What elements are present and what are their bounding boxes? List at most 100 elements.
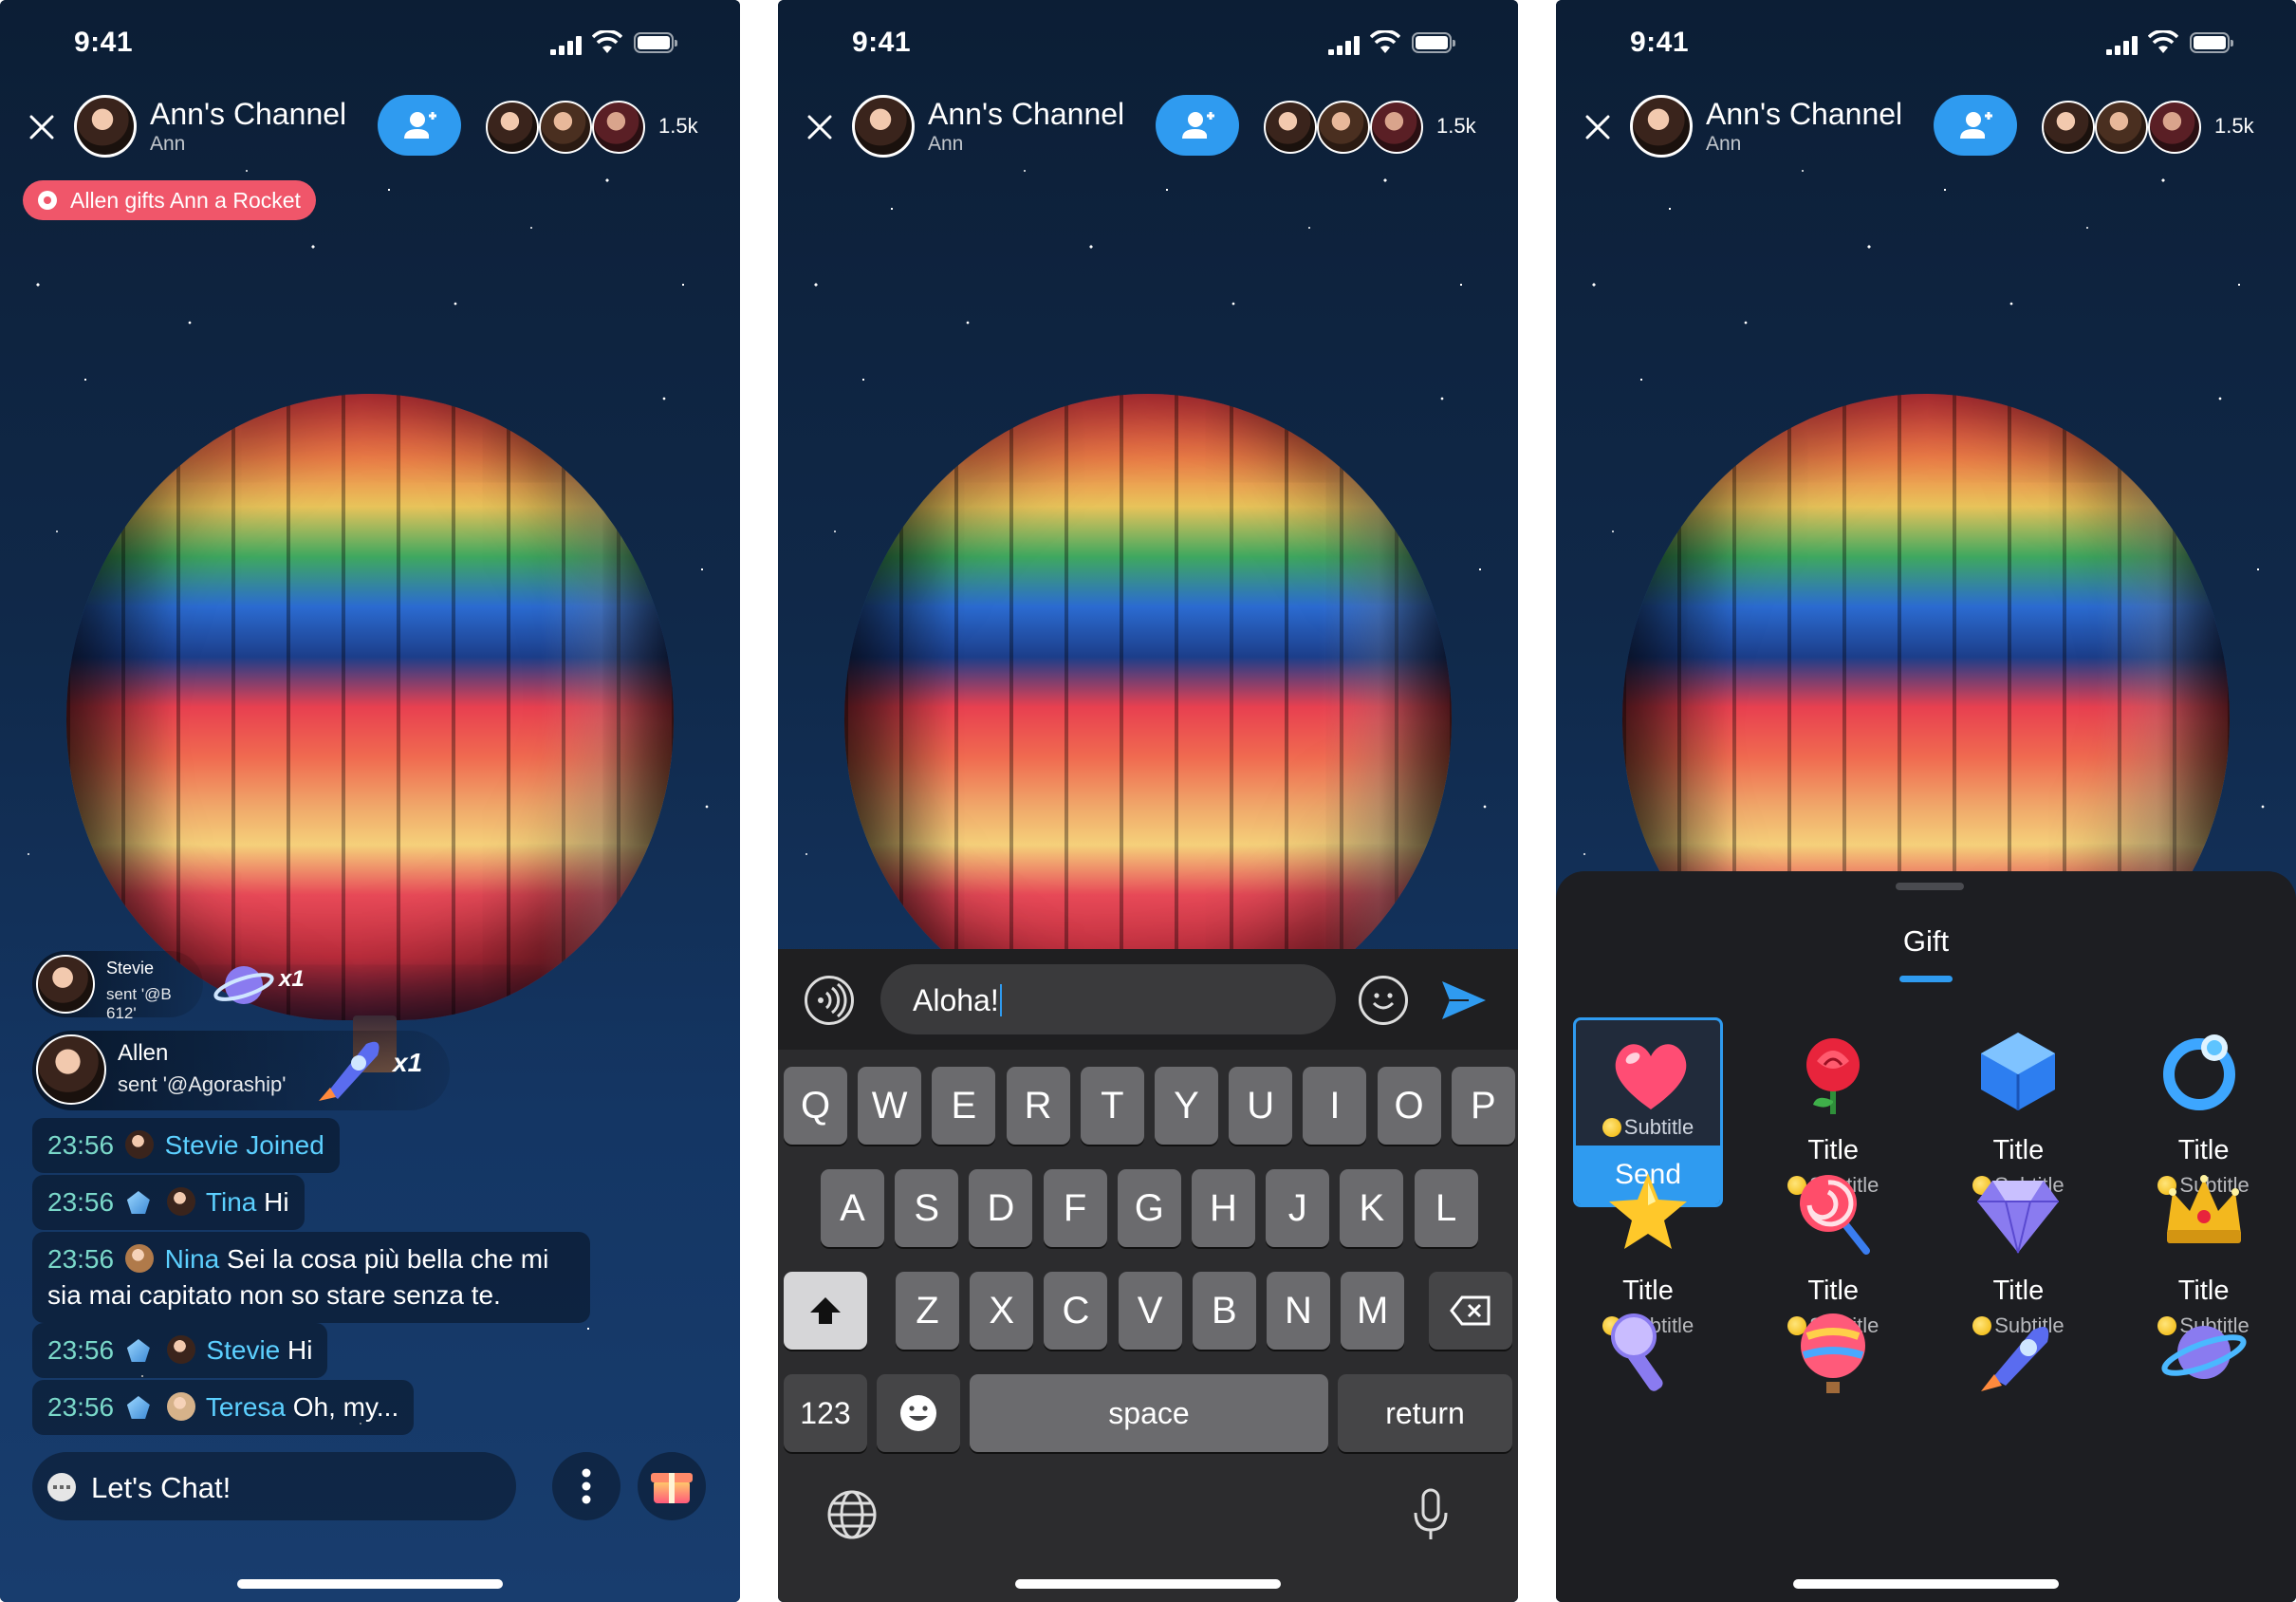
key-v[interactable]: V (1118, 1272, 1182, 1350)
follow-button[interactable] (1934, 95, 2017, 156)
viewer-count: 1.5k (2214, 114, 2254, 138)
host-name: Ann (928, 133, 964, 155)
key-n[interactable]: N (1267, 1272, 1330, 1350)
chat-input[interactable]: Let's Chat! (32, 1452, 516, 1520)
chat-bubble-icon (47, 1473, 76, 1501)
message-username[interactable]: Nina (165, 1244, 220, 1274)
key-r[interactable]: R (1006, 1067, 1070, 1145)
key-k[interactable]: K (1340, 1169, 1404, 1247)
close-icon[interactable] (27, 112, 57, 142)
battery-icon (1412, 32, 1455, 53)
key-h[interactable]: H (1192, 1169, 1255, 1247)
sender-name: Stevie (106, 959, 155, 978)
wifi-icon (1370, 30, 1400, 53)
gift-tab[interactable]: Gift (1556, 924, 2296, 959)
gift-item[interactable] (1573, 1298, 1723, 1488)
gift-description: sent '@B 612' (106, 985, 172, 1022)
globe-icon[interactable] (825, 1488, 879, 1541)
battery-icon (634, 32, 677, 53)
cellular-signal-icon (550, 36, 584, 55)
gift-banner-text: Allen gifts Ann a Rocket (70, 187, 301, 213)
live-chat-screen: 9:41 Ann's Channel Ann 1.5k Allen gifts … (0, 0, 740, 1602)
gift-price: Subtitle (1576, 1115, 1720, 1140)
gift-panel: Gift SubtitleSendTitleSubtitleTitleSubti… (1556, 871, 2296, 1602)
key-d[interactable]: D (969, 1169, 1033, 1247)
space-key[interactable]: space (970, 1374, 1328, 1452)
key-e[interactable]: E (932, 1067, 996, 1145)
gift-button[interactable] (638, 1452, 706, 1520)
viewer-avatars[interactable] (2042, 101, 2203, 154)
key-f[interactable]: F (1043, 1169, 1107, 1247)
more-options-button[interactable] (552, 1452, 620, 1520)
gift-item[interactable] (1758, 1298, 1908, 1488)
key-o[interactable]: O (1377, 1067, 1441, 1145)
message-username[interactable]: Tina (206, 1187, 256, 1217)
viewer-avatar (2148, 101, 2201, 154)
eye-icon (38, 191, 57, 210)
key-s[interactable]: S (895, 1169, 959, 1247)
key-g[interactable]: G (1117, 1169, 1181, 1247)
host-avatar[interactable] (1630, 95, 1693, 158)
numbers-key[interactable]: 123 (784, 1374, 867, 1452)
message-time: 23:56 (47, 1187, 115, 1217)
emoji-icon (900, 1395, 936, 1431)
emoji-button[interactable] (1359, 976, 1408, 1025)
backspace-key[interactable] (1429, 1272, 1512, 1350)
drag-handle[interactable] (1896, 883, 1964, 890)
key-l[interactable]: L (1414, 1169, 1478, 1247)
key-i[interactable]: I (1303, 1067, 1367, 1145)
gift-box-icon (651, 1473, 693, 1503)
crystal-cube-icon (1981, 1033, 2056, 1110)
viewer-avatar (2095, 101, 2148, 154)
gift-panel-screen: 9:41 Ann's Channel Ann 1.5k Gift Subtitl… (1556, 0, 2296, 1602)
key-w[interactable]: W (858, 1067, 922, 1145)
close-icon[interactable] (805, 112, 835, 142)
message-username[interactable]: Stevie (206, 1335, 280, 1365)
badge-icon (126, 1339, 150, 1362)
host-name: Ann (150, 133, 186, 155)
message-input[interactable]: Aloha! (880, 964, 1336, 1034)
gift-item[interactable] (1943, 1298, 2093, 1488)
chat-message: 23:56 Tina Hi (32, 1175, 305, 1230)
viewer-avatars[interactable] (1264, 101, 1425, 154)
return-key[interactable]: return (1338, 1374, 1512, 1452)
dictation-microphone-icon[interactable] (1410, 1486, 1452, 1543)
star-icon (1609, 1173, 1687, 1249)
host-avatar[interactable] (74, 95, 137, 158)
key-m[interactable]: M (1341, 1272, 1405, 1350)
message-username[interactable]: Stevie (165, 1130, 239, 1160)
key-x[interactable]: X (970, 1272, 1034, 1350)
key-a[interactable]: A (821, 1169, 884, 1247)
viewer-avatars[interactable] (486, 101, 647, 154)
key-q[interactable]: Q (784, 1067, 847, 1145)
message-username[interactable]: Teresa (206, 1392, 286, 1422)
rocket-icon (319, 1041, 380, 1101)
badge-icon (126, 1191, 150, 1214)
host-avatar[interactable] (852, 95, 915, 158)
add-user-icon (1960, 112, 1992, 139)
key-c[interactable]: C (1044, 1272, 1108, 1350)
follow-button[interactable] (1156, 95, 1239, 156)
key-y[interactable]: Y (1155, 1067, 1218, 1145)
emoji-key[interactable] (877, 1374, 960, 1452)
close-icon[interactable] (1583, 112, 1613, 142)
key-j[interactable]: J (1266, 1169, 1330, 1247)
rose-icon (1806, 1038, 1861, 1114)
planet-icon (213, 966, 274, 1004)
send-icon[interactable] (1435, 972, 1491, 1029)
shift-key[interactable] (784, 1272, 867, 1350)
backspace-icon (1450, 1295, 1491, 1326)
key-z[interactable]: Z (896, 1272, 959, 1350)
key-p[interactable]: P (1451, 1067, 1515, 1145)
viewer-avatar (2042, 101, 2095, 154)
follow-button[interactable] (378, 95, 461, 156)
channel-title: Ann's Channel (1706, 97, 1903, 131)
gift-item[interactable] (2129, 1298, 2279, 1488)
gift-count: x1 (279, 966, 305, 992)
message-text: Sei la cosa più bella che mi sia mai cap… (47, 1244, 549, 1310)
key-t[interactable]: T (1080, 1067, 1144, 1145)
key-b[interactable]: B (1192, 1272, 1256, 1350)
tab-indicator (1899, 976, 1953, 982)
voice-input-button[interactable] (805, 976, 854, 1025)
key-u[interactable]: U (1229, 1067, 1293, 1145)
